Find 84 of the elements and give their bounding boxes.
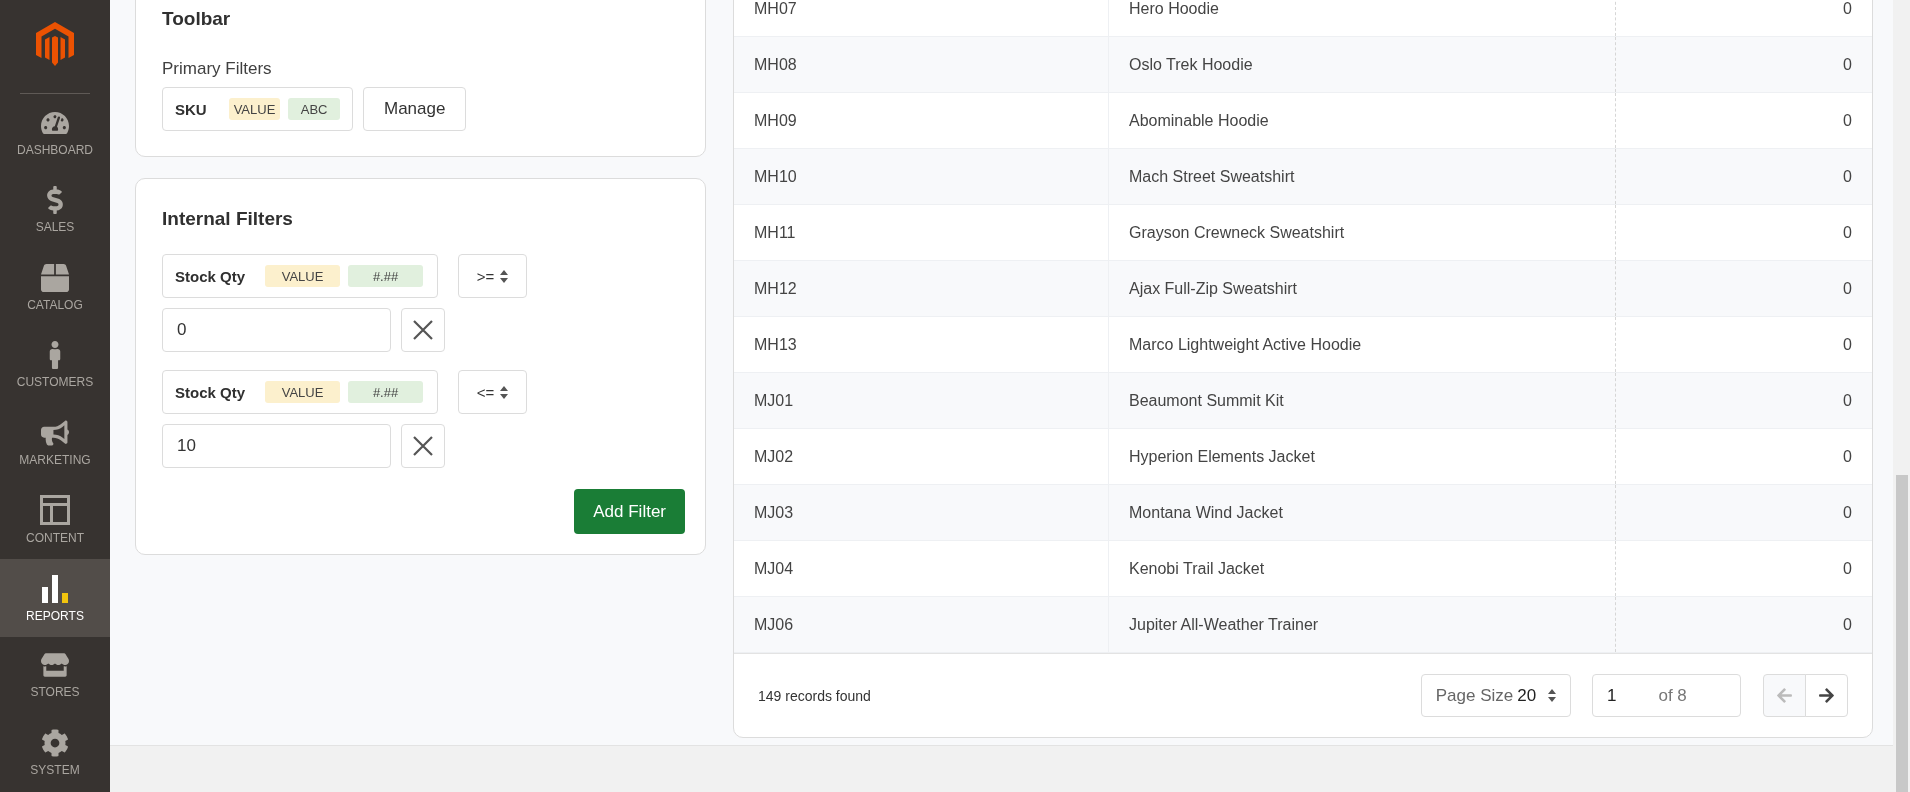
filter-tag: ABC — [288, 98, 340, 120]
filter-tag: VALUE — [265, 381, 341, 403]
filter-chip[interactable]: Stock Qty VALUE #.## — [162, 254, 438, 298]
table-cell-text: MH07 — [753, 0, 798, 19]
filter-tag: VALUE — [265, 265, 341, 287]
operator-select[interactable]: <= — [458, 370, 527, 414]
filter-tag: #.## — [348, 381, 424, 403]
operator-select[interactable]: >= — [458, 254, 527, 298]
table-cell: Hyperion Elements Jacket — [1108, 429, 1615, 484]
table-cell: 0 — [1615, 93, 1872, 148]
table-cell: Hero Hoodie — [1108, 0, 1615, 36]
box-icon — [41, 263, 69, 292]
arrow-right-icon — [1818, 687, 1835, 704]
table-cell: Abominable Hoodie — [1108, 93, 1615, 148]
sort-arrows-icon — [500, 385, 509, 399]
records-count: 149 records found — [758, 687, 872, 704]
filter-chip[interactable]: Stock Qty VALUE #.## — [162, 370, 438, 414]
table-cell: 0 — [1615, 485, 1872, 540]
bar-chart-icon — [40, 572, 70, 603]
arrow-left-icon — [1776, 687, 1793, 704]
value-input[interactable]: 10 — [162, 424, 391, 468]
table-cell: 0 — [1615, 317, 1872, 372]
nav-item[interactable]: DASHBOARD — [0, 94, 110, 172]
scrollbar[interactable] — [1893, 0, 1910, 792]
table-cell: Beaumont Summit Kit — [1108, 373, 1615, 428]
table-cell: 0 — [1615, 541, 1872, 596]
manage-button[interactable]: Manage — [363, 87, 467, 131]
sort-arrows-icon — [1548, 689, 1557, 702]
table-cell: Mach Street Sweatshirt — [1108, 149, 1615, 204]
close-icon — [413, 320, 433, 340]
megaphone-icon — [41, 418, 69, 447]
table-cell-text: MJ01 — [753, 390, 795, 411]
filter-tag: VALUE — [228, 98, 281, 120]
settings-icon — [41, 728, 69, 757]
table-cell: Kenobi Trail Jacket — [1108, 541, 1615, 596]
table-cell-text: MH09 — [753, 110, 798, 131]
page-size-select[interactable]: Page Size 20 — [1421, 674, 1571, 717]
table-cell: Grayson Crewneck Sweatshirt — [1108, 205, 1615, 260]
nav-item[interactable]: SYSTEM — [0, 714, 110, 792]
nav-item[interactable]: SALES — [0, 171, 110, 249]
sort-arrows-icon — [500, 269, 509, 283]
nav-item[interactable]: MARKETING — [0, 404, 110, 482]
value-input[interactable]: 0 — [162, 308, 391, 352]
remove-button[interactable] — [401, 308, 445, 352]
table-cell-text: MJ06 — [753, 614, 795, 635]
card-title: Toolbar — [162, 7, 232, 31]
table-cell-text: MH13 — [753, 334, 798, 355]
table-cell: 0 — [1615, 37, 1872, 92]
nav-item[interactable]: STORES — [0, 636, 110, 714]
page-input[interactable]: 1 of 8 — [1592, 674, 1741, 717]
table-cell-text: MJ02 — [753, 446, 795, 467]
table-cell: Montana Wind Jacket — [1108, 485, 1615, 540]
table-cell-text: MH12 — [753, 278, 798, 299]
table-cell: Oslo Trek Hoodie — [1108, 37, 1615, 92]
table-cell: 0 — [1615, 261, 1872, 316]
table-cell: Ajax Full-Zip Sweatshirt — [1108, 261, 1615, 316]
store-icon — [41, 651, 69, 680]
table-cell: 0 — [1615, 429, 1872, 484]
table-cell-text: MH11 — [753, 222, 797, 243]
close-icon — [413, 436, 433, 456]
filter-chip[interactable]: SKU VALUE ABC — [162, 87, 353, 131]
filter-tag: #.## — [348, 265, 424, 287]
table-cell: 0 — [1615, 0, 1872, 36]
nav-item[interactable]: CATALOG — [0, 249, 110, 327]
table-cell: Jupiter All-Weather Trainer — [1108, 597, 1615, 652]
logo-icon — [36, 22, 74, 66]
nav-item[interactable]: CUSTOMERS — [0, 326, 110, 404]
table-cell: 0 — [1615, 373, 1872, 428]
table-cell-text: MH08 — [753, 54, 798, 75]
add-filter-button[interactable]: Add Filter — [574, 489, 685, 534]
table-cell: 0 — [1615, 597, 1872, 652]
card-title: Internal Filters — [162, 207, 294, 231]
next-page-button[interactable] — [1805, 674, 1848, 717]
field-label: Primary Filters — [162, 59, 273, 79]
table-cell-text: MH10 — [753, 166, 798, 187]
nav-item[interactable]: CONTENT — [0, 481, 110, 559]
table-cell: 0 — [1615, 205, 1872, 260]
table-cell: 0 — [1615, 149, 1872, 204]
table-cell-text: MJ03 — [753, 502, 795, 523]
remove-button[interactable] — [401, 424, 445, 468]
nav-item[interactable]: REPORTS — [0, 559, 110, 637]
layout-icon — [40, 495, 70, 526]
table-cell: Marco Lightweight Active Hoodie — [1108, 317, 1615, 372]
table-cell-text: MJ04 — [753, 558, 795, 579]
